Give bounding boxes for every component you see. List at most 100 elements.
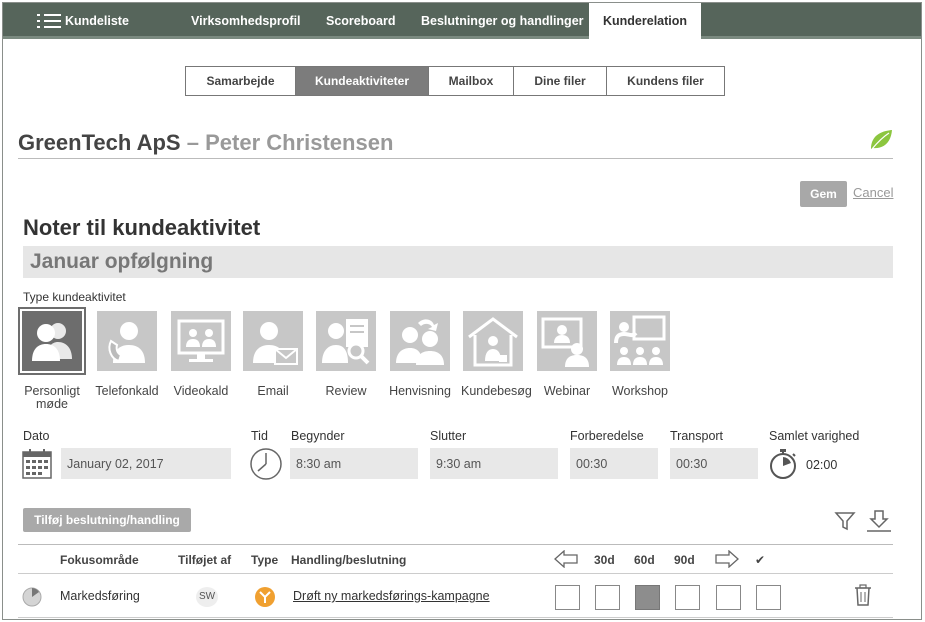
nav-scoreboard[interactable]: Scoreboard (326, 3, 395, 39)
start-time-input[interactable] (290, 448, 418, 479)
download-icon[interactable] (866, 509, 892, 533)
notes-title: Noter til kundeaktivitet (23, 215, 261, 240)
activity-type-label: Telefonkald (95, 384, 159, 398)
clock-icon (250, 448, 282, 480)
tab-dine-filer[interactable]: Dine filer (514, 67, 607, 95)
activity-type-videokald[interactable]: Videokald (169, 311, 233, 398)
customer-visit-icon (468, 317, 518, 367)
nav-virksomhedsprofil[interactable]: Virksomhedsprofil (191, 3, 301, 39)
activity-type-telefonkald[interactable]: Telefonkald (95, 311, 159, 398)
contact-name: Peter Christensen (205, 130, 394, 155)
date-label: Dato (23, 429, 50, 443)
checkbox-forward[interactable] (716, 585, 741, 610)
nav-kunderelation[interactable]: Kunderelation (589, 3, 702, 39)
activity-type-label: Workshop (611, 384, 669, 398)
subject-field-wrapper (23, 246, 893, 278)
transport-field (670, 448, 758, 479)
filter-icon[interactable] (834, 510, 856, 532)
nav-beslutninger[interactable]: Beslutninger og handlinger (421, 3, 584, 39)
webinar-icon (541, 317, 589, 367)
end-time-input[interactable] (430, 448, 558, 479)
activity-type-personligt-mode[interactable]: Personligt møde (18, 307, 86, 411)
activity-type-label: Videokald (173, 384, 229, 398)
activity-type-label: Webinar (543, 384, 591, 398)
stopwatch-icon (770, 449, 796, 479)
leaf-icon (871, 130, 892, 150)
video-call-icon (177, 319, 225, 362)
col-added-by: Tilføjet af (178, 553, 232, 567)
top-navigation: Kundeliste Virksomhedsprofil Scoreboard … (3, 3, 921, 39)
phone-icon (108, 322, 145, 363)
col-60d: 60d (634, 553, 655, 567)
table-row: Markedsføring SW Drøft ny markedsførings… (18, 574, 893, 618)
end-label: Slutter (430, 429, 467, 443)
added-by-avatar: SW (196, 587, 218, 607)
arrow-right-icon[interactable] (715, 550, 739, 568)
col-focus: Fokusområde (60, 553, 139, 567)
checkbox-60d[interactable] (635, 585, 660, 610)
start-field (290, 448, 418, 479)
activity-type-label: Henvisning (389, 384, 451, 398)
tab-mailbox[interactable]: Mailbox (429, 67, 514, 95)
activity-type-label: Kundebesøg (461, 384, 532, 398)
total-duration-label: Samlet varighed (769, 429, 860, 443)
date-field (61, 448, 231, 479)
trash-icon[interactable] (854, 584, 872, 606)
time-label: Tid (251, 429, 268, 443)
checkbox-done[interactable] (756, 585, 781, 610)
decision-type-icon (255, 587, 275, 607)
activity-type-workshop[interactable]: Workshop (608, 311, 672, 398)
total-duration-value: 02:00 (806, 458, 838, 472)
app-frame: Kundeliste Virksomhedsprofil Scoreboard … (2, 2, 922, 620)
subject-input[interactable] (23, 246, 893, 278)
col-90d: 90d (674, 553, 695, 567)
activity-type-webinar[interactable]: Webinar (535, 311, 599, 398)
sub-tabs: Samarbejde Kundeaktiviteter Mailbox Dine… (185, 66, 725, 96)
activity-type-review[interactable]: Review (314, 311, 378, 398)
activity-type-henvisning[interactable]: Henvisning (388, 311, 452, 398)
col-action: Handling/beslutning (291, 553, 407, 567)
focus-area-pie-icon (22, 587, 42, 607)
email-icon (253, 322, 298, 365)
transport-input[interactable] (670, 448, 758, 479)
referral-icon (396, 319, 444, 365)
company-name: GreenTech ApS (18, 130, 181, 155)
cancel-link[interactable]: Cancel (853, 185, 893, 200)
prep-input[interactable] (570, 448, 658, 479)
calendar-icon[interactable] (22, 448, 52, 479)
checkbox-30d[interactable] (595, 585, 620, 610)
prep-label: Forberedelse (570, 429, 644, 443)
activity-type-kundebesog[interactable]: Kundebesøg (461, 311, 532, 398)
checkbox-back[interactable] (555, 585, 580, 610)
tab-samarbejde[interactable]: Samarbejde (186, 67, 296, 95)
transport-label: Transport (670, 429, 724, 443)
activity-type-label: Type kundeaktivitet (23, 290, 126, 304)
workshop-icon (614, 315, 666, 365)
decision-action-link[interactable]: Drøft ny markedsførings-kampagne (293, 589, 490, 603)
prep-field (570, 448, 658, 479)
activity-type-email[interactable]: Email (241, 311, 305, 398)
review-icon (322, 319, 370, 365)
activity-type-label: Personligt møde (24, 384, 80, 411)
end-field (430, 448, 558, 479)
col-done: ✔ (755, 553, 766, 567)
page-title: GreenTech ApS – Peter Christensen (18, 130, 393, 156)
meeting-icon (32, 323, 72, 361)
decisions-table-header: Fokusområde Tilføjet af Type Handling/be… (18, 544, 893, 574)
focus-area: Markedsføring (60, 589, 140, 603)
nav-kundeliste[interactable]: Kundeliste (65, 3, 129, 39)
date-input[interactable] (61, 448, 231, 479)
title-separator: – (186, 130, 199, 155)
checkbox-90d[interactable] (675, 585, 700, 610)
start-label: Begynder (291, 429, 345, 443)
activity-type-label: Email (257, 384, 289, 398)
col-30d: 30d (594, 553, 615, 567)
page-header: GreenTech ApS – Peter Christensen (18, 127, 893, 159)
tab-kundeaktiviteter[interactable]: Kundeaktiviteter (296, 67, 429, 95)
add-decision-button[interactable]: Tilføj beslutning/handling (23, 508, 191, 532)
col-type: Type (251, 553, 279, 567)
save-button[interactable]: Gem (800, 181, 847, 207)
arrow-left-icon[interactable] (554, 550, 578, 568)
tab-kundens-filer[interactable]: Kundens filer (607, 67, 724, 95)
hamburger-menu-icon[interactable] (37, 14, 61, 28)
